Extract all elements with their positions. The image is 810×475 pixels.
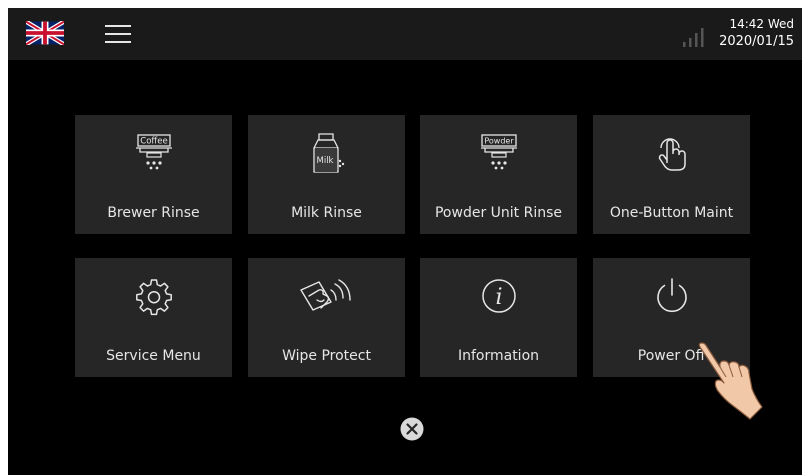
clock-time: 14:42 Wed xyxy=(729,17,794,31)
close-icon[interactable] xyxy=(400,417,424,441)
brewer-icon: Coffee xyxy=(135,134,172,170)
hamburger-menu-icon[interactable] xyxy=(105,23,131,45)
brewer-rinse-label: Brewer Rinse xyxy=(107,205,200,221)
clock-date: 2020/01/15 xyxy=(719,34,794,49)
information-button[interactable]: i Information xyxy=(420,258,577,377)
uk-flag-icon[interactable] xyxy=(26,21,64,45)
service-menu-button[interactable]: Service Menu xyxy=(75,258,232,377)
one-button-maint-label: One-Button Maint xyxy=(609,205,734,221)
milk-rinse-label: Milk Rinse xyxy=(291,205,362,221)
power-icon xyxy=(656,278,687,313)
wipe-protect-label: Wipe Protect xyxy=(282,348,371,364)
powder-icon-text: Powder xyxy=(484,137,514,146)
milk-rinse-button[interactable]: Milk Milk Rinse xyxy=(248,115,405,234)
app-screen: 14:42 Wed 2020/01/15 Coffee Brewer Rinse xyxy=(8,8,802,475)
wipe-protect-button[interactable]: Wipe Protect xyxy=(248,258,405,377)
signal-strength-icon xyxy=(683,28,704,47)
gear-icon xyxy=(135,279,172,316)
milk-icon-text: Milk xyxy=(316,156,333,166)
clock: 14:42 Wed 2020/01/15 xyxy=(719,16,794,50)
powder-icon: Powder xyxy=(480,134,517,170)
one-button-maint-button[interactable]: One-Button Maint xyxy=(593,115,750,234)
powder-unit-rinse-label: Powder Unit Rinse xyxy=(434,205,562,221)
brewer-rinse-button[interactable]: Coffee Brewer Rinse xyxy=(75,115,232,234)
service-menu-label: Service Menu xyxy=(106,348,201,364)
top-bar: 14:42 Wed 2020/01/15 xyxy=(8,8,802,60)
information-label: Information xyxy=(457,348,540,364)
milk-carton-icon: Milk xyxy=(312,133,344,173)
info-icon: i xyxy=(481,279,516,313)
powder-unit-rinse-button[interactable]: Powder Powder Unit Rinse xyxy=(420,115,577,234)
wipe-icon xyxy=(299,279,351,311)
pointing-hand-icon xyxy=(698,342,763,420)
touch-icon xyxy=(658,138,686,171)
info-icon-text: i xyxy=(495,285,502,310)
brewer-icon-text: Coffee xyxy=(140,137,167,147)
